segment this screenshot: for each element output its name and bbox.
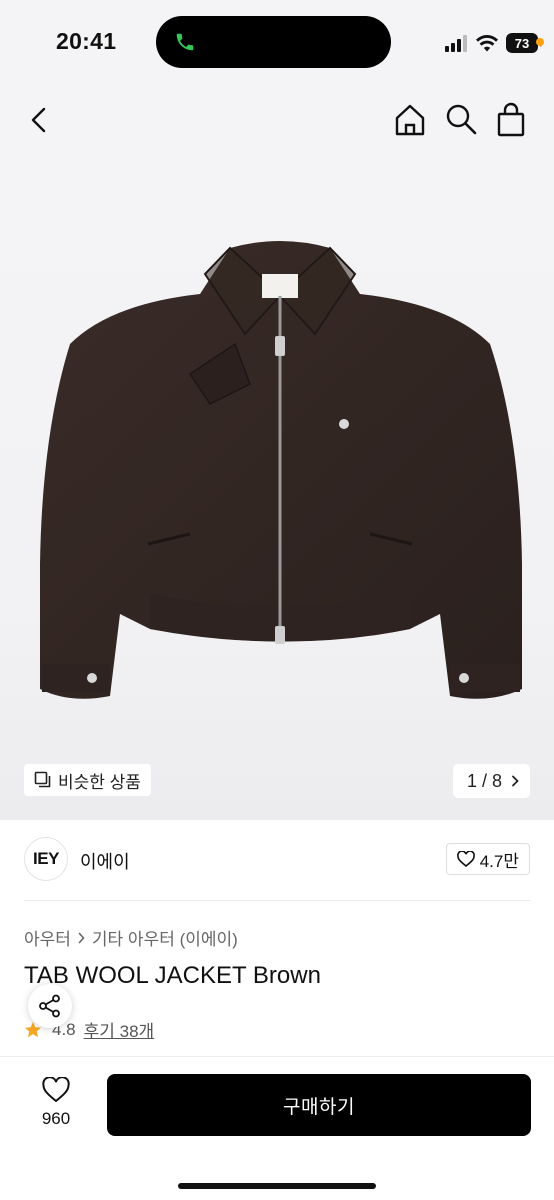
buy-button[interactable]: 구매하기 (107, 1074, 531, 1136)
similar-products-label: 비슷한 상품 (58, 772, 141, 792)
dynamic-island[interactable] (156, 16, 391, 68)
home-icon[interactable] (392, 102, 428, 138)
status-bar: 20:41 73 (0, 0, 554, 84)
breadcrumb-subcategory[interactable]: 기타 아우터 (이에이) (92, 925, 238, 950)
share-button[interactable] (28, 984, 72, 1028)
status-indicators: 73 (445, 32, 542, 54)
bottom-action-bar: 960 구매하기 (0, 1056, 554, 1200)
search-icon[interactable] (444, 102, 478, 136)
heart-icon (42, 1077, 70, 1103)
page-counter-text: 1 / 8 (466, 770, 502, 791)
cellular-signal-icon (445, 34, 467, 52)
product-image-gallery[interactable]: 비슷한 상품 1 / 8 (0, 84, 554, 820)
similar-products-button[interactable]: 비슷한 상품 (24, 764, 151, 796)
chevron-right-icon (78, 932, 85, 943)
share-icon (39, 994, 60, 1018)
copy-icon (34, 771, 51, 788)
wishlist-button[interactable]: 960 (30, 1077, 82, 1129)
home-indicator (178, 1183, 376, 1189)
image-page-counter[interactable]: 1 / 8 (452, 764, 530, 798)
chevron-left-icon[interactable] (24, 104, 56, 136)
brand-logo[interactable]: IEY (24, 837, 68, 881)
wishlist-count: 960 (41, 1109, 71, 1128)
battery-indicator: 73 (506, 33, 542, 53)
breadcrumb-category[interactable]: 아우터 (24, 925, 71, 950)
brand-likes-count: 4.7만 (479, 851, 519, 871)
brand-name[interactable]: 이에이 (80, 848, 130, 874)
product-photo (40, 241, 522, 699)
heart-icon (456, 851, 475, 867)
wifi-icon (476, 35, 498, 52)
phone-call-icon (176, 33, 194, 51)
status-time: 20:41 (56, 28, 117, 54)
chevron-right-icon (512, 775, 519, 787)
brand-like-button[interactable]: 4.7만 (445, 843, 530, 875)
breadcrumb: 아우터 기타 아우터 (이에이) (24, 925, 238, 950)
brand-row[interactable]: IEY 이에이 4.7만 (24, 834, 530, 886)
shopping-bag-icon[interactable] (494, 102, 528, 138)
divider (24, 900, 530, 901)
product-title: TAB WOOL JACKET Brown (24, 962, 321, 989)
reviews-link[interactable]: 후기 38개 (84, 1017, 155, 1042)
privacy-indicator-dot (536, 38, 544, 46)
